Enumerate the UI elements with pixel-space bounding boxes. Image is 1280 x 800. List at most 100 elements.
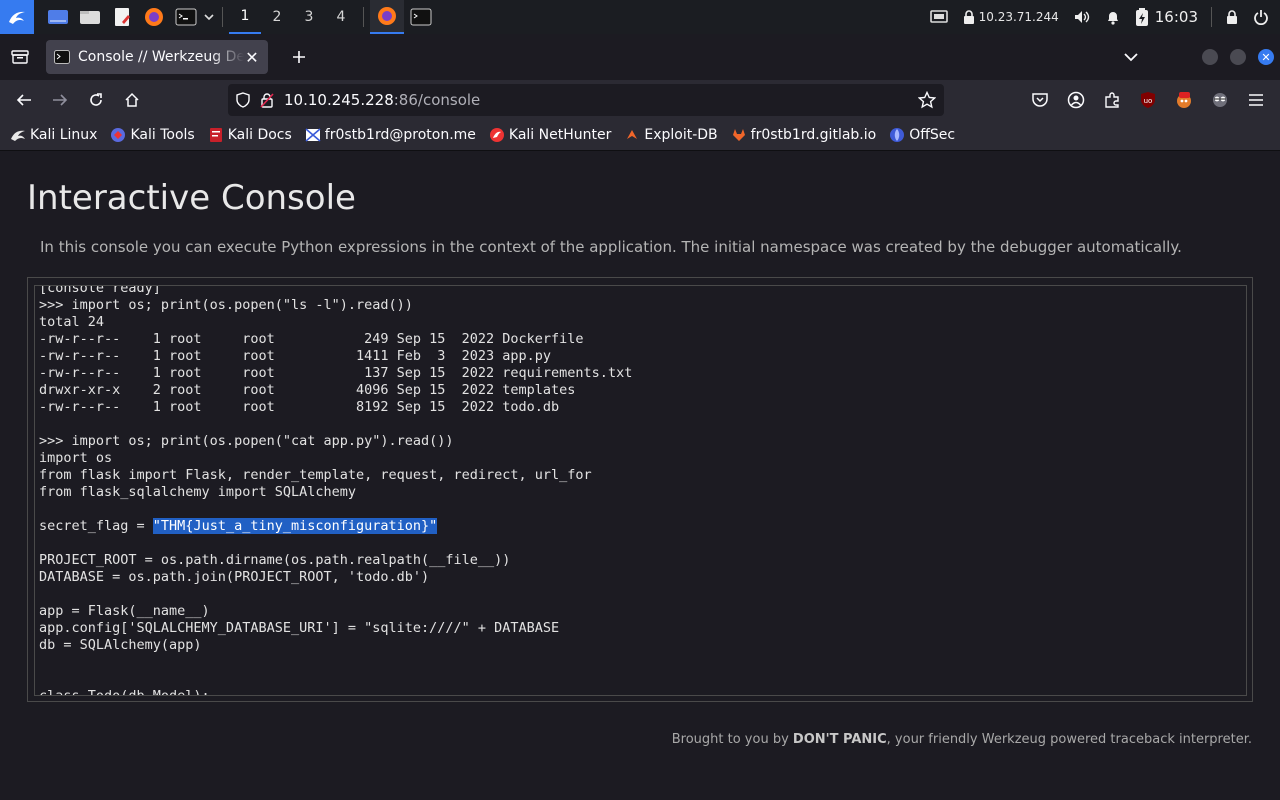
minimize-window-button[interactable] [1202,49,1218,65]
notification-bell-icon[interactable] [1098,0,1128,34]
console-line: -rw-r--r-- 1 root root 8192 Sep 15 2022 … [39,399,560,415]
tab-title: Console // Werkzeug Debugger [78,49,244,65]
address-bar[interactable]: 10.10.245.228:86/console [228,84,944,116]
proton-icon [305,127,321,143]
bookmark-exploit-db[interactable]: Exploit-DB [624,127,718,143]
workspace-2[interactable]: 2 [261,0,293,34]
foxyproxy-icon[interactable] [1166,84,1202,116]
console-line: class Todo(db.Model): [39,688,210,696]
console-line: -rw-r--r-- 1 root root 137 Sep 15 2022 r… [39,365,633,381]
show-desktop-icon[interactable] [42,0,74,34]
reload-button[interactable] [78,84,114,116]
url-host: 10.10.245.228 [284,91,394,109]
back-button[interactable] [6,84,42,116]
application-menu-icon[interactable] [1238,84,1274,116]
console-line: DATABASE = os.path.join(PROJECT_ROOT, 't… [39,569,430,585]
console-line: -rw-r--r-- 1 root root 1411 Feb 3 2023 a… [39,348,552,364]
ublock-origin-icon[interactable]: uo [1130,84,1166,116]
firefox-task-icon[interactable] [370,0,404,34]
nethunter-icon [489,127,505,143]
bookmarks-toolbar: Kali Linux Kali Tools Kali Docs fr0stb1r… [0,120,1280,151]
console-frame: [console ready] >>> import os; print(os.p… [27,277,1253,702]
wappalyzer-icon[interactable] [1202,84,1238,116]
bookmark-proton[interactable]: fr0stb1rd@proton.me [305,127,476,143]
maximize-window-button[interactable] [1230,49,1246,65]
bookmark-star-icon[interactable] [918,91,936,109]
console-line: PROJECT_ROOT = os.path.dirname(os.path.r… [39,552,511,568]
list-all-tabs-icon[interactable] [1116,52,1146,62]
forward-button[interactable] [42,84,78,116]
kali-docs-icon [208,127,224,143]
selected-flag-text[interactable]: "THM{Just_a_tiny_misconfiguration}" [152,518,438,534]
volume-icon[interactable] [1066,0,1098,34]
terminal-task-icon[interactable] [404,0,438,34]
extensions-icon[interactable] [1094,84,1130,116]
account-icon[interactable] [1058,84,1094,116]
close-window-button[interactable]: ✕ [1258,49,1274,65]
offsec-icon [889,127,905,143]
kali-tools-icon [110,127,126,143]
console-line: total 24 [39,314,105,330]
console-line: from flask_sqlalchemy import SQLAlchemy [39,484,356,500]
terminal-launcher-icon[interactable] [170,0,202,34]
gitlab-icon [731,127,747,143]
bookmark-kali-tools[interactable]: Kali Tools [110,127,195,143]
panel-separator [222,7,223,27]
console-line: app.config['SQLALCHEMY_DATABASE_URI'] = … [39,620,560,636]
bookmark-offsec[interactable]: OffSec [889,127,955,143]
bookmark-kali-linux[interactable]: Kali Linux [10,127,97,143]
tab-console[interactable]: Console // Werkzeug Debugger ✕ [46,40,268,74]
firefox-view-icon[interactable] [0,34,40,80]
power-icon[interactable] [1246,0,1276,34]
url-path: :86/console [393,91,481,109]
firefox-launcher-icon[interactable] [138,0,170,34]
pocket-icon[interactable] [1022,84,1058,116]
svg-text:uo: uo [1144,97,1153,105]
clock[interactable]: 16:03 [1153,0,1205,34]
lock-screen-icon[interactable] [1218,0,1246,34]
home-button[interactable] [114,84,150,116]
file-manager-icon[interactable] [74,0,106,34]
panel-separator [1211,7,1212,27]
footer-brand: DON'T PANIC [792,732,887,747]
bookmark-kali-nethunter[interactable]: Kali NetHunter [489,127,611,143]
insecure-connection-icon[interactable] [260,92,274,108]
battery-charging-icon[interactable] [1128,0,1153,34]
console-line: db = SQLAlchemy(app) [39,637,202,653]
workspace-4[interactable]: 4 [325,0,357,34]
panel-separator [363,7,364,27]
kali-menu-icon[interactable] [0,0,34,34]
workspace-3[interactable]: 3 [293,0,325,34]
top-panel: 1 2 3 4 10.23.71.244 16:03 [0,0,1280,34]
console-line: >>> import os; print(os.popen("ls -l").r… [39,297,413,313]
vpn-lock-icon [955,0,979,34]
bookmark-kali-docs[interactable]: Kali Docs [208,127,292,143]
tab-close-icon[interactable]: ✕ [244,48,260,67]
vpn-ip-address[interactable]: 10.23.71.244 [979,0,1066,34]
bookmark-gitlab-io[interactable]: fr0stb1rd.gitlab.io [731,127,876,143]
chevron-down-icon[interactable] [202,0,216,34]
console-line: app = Flask(__name__) [39,603,210,619]
text-editor-icon[interactable] [106,0,138,34]
tab-strip: Console // Werkzeug Debugger ✕ ✕ [0,34,1280,80]
terminal-favicon-icon [54,49,70,65]
display-icon[interactable] [923,0,955,34]
footer: Brought to you by DON'T PANIC, your frie… [671,732,1252,747]
secret-flag-line: secret_flag = "THM{Just_a_tiny_misconfig… [39,518,438,534]
console-text: [console ready] >>> import os; print(os.p… [39,285,633,696]
new-tab-button[interactable] [280,40,318,74]
console-explanation: In this console you can execute Python e… [40,238,1182,256]
page-content: Interactive Console In this console you … [0,152,1280,800]
workspace-1[interactable]: 1 [229,0,261,34]
tracking-protection-shield-icon[interactable] [236,92,250,108]
console-line: [console ready] [39,285,161,296]
page-title: Interactive Console [27,178,356,218]
navigation-toolbar: 10.10.245.228:86/console uo [0,80,1280,120]
console-output[interactable]: [console ready] >>> import os; print(os.p… [34,285,1247,696]
